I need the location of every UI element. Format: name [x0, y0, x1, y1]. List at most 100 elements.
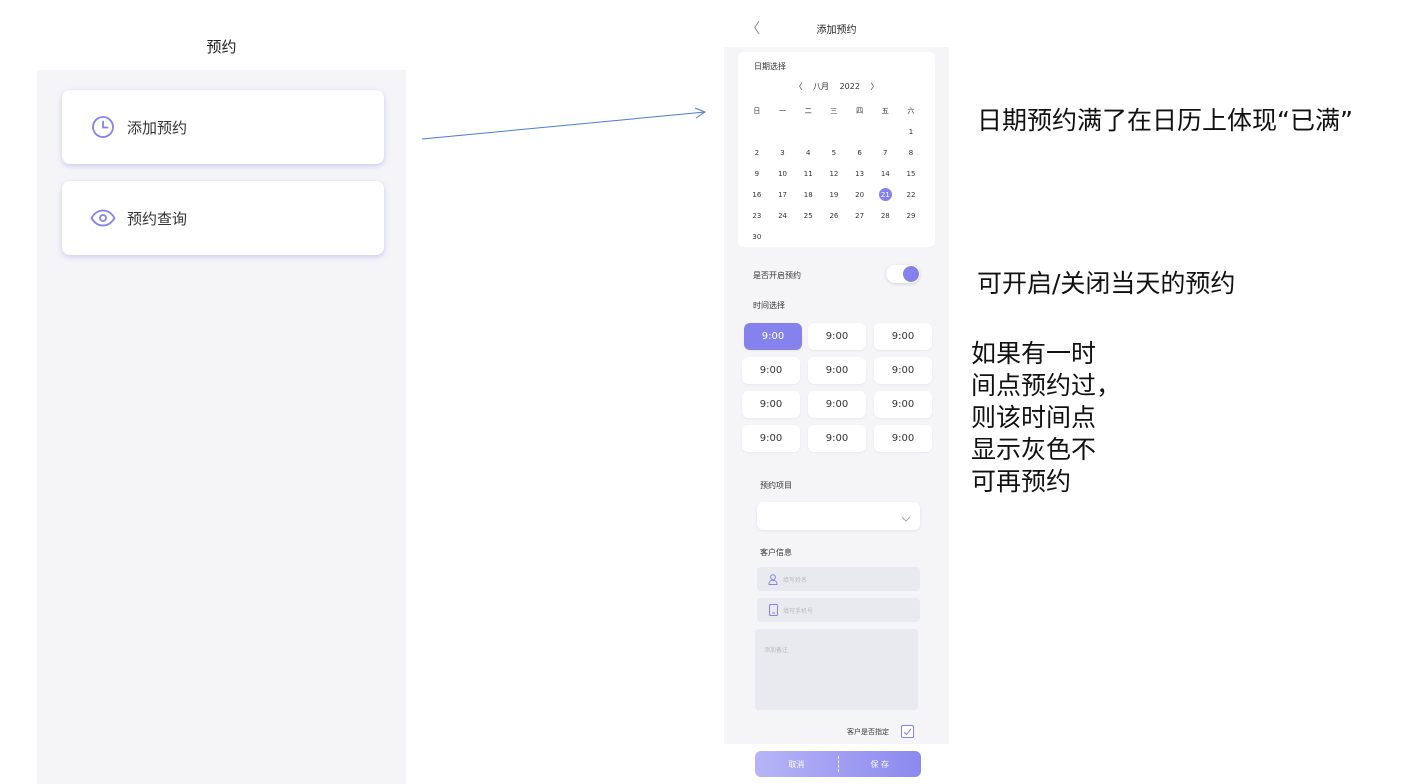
notes-placeholder: 添加备注: [764, 647, 789, 654]
calendar-day[interactable]: 22: [898, 191, 924, 199]
calendar-day[interactable]: 2: [744, 149, 770, 157]
phone-placeholder: 填写手机号: [783, 607, 814, 615]
weekday-label: 五: [881, 106, 889, 115]
user-icon: [767, 573, 779, 585]
calendar-day[interactable]: 9: [744, 170, 770, 178]
save-button[interactable]: 保 存: [839, 759, 922, 770]
calendar-day[interactable]: 8: [898, 149, 924, 157]
time-slot[interactable]: 9:00: [742, 357, 800, 384]
specify-label: 客户是否指定: [847, 728, 889, 736]
calendar-day[interactable]: 10: [770, 170, 796, 178]
chevron-left-icon[interactable]: 〈: [795, 82, 803, 91]
annotation-full-date: 日期预约满了在日历上体现“已满”: [977, 106, 1353, 135]
weekday-label: 六: [907, 106, 915, 115]
calendar-day[interactable]: 14: [872, 170, 898, 178]
time-slot[interactable]: 9:00: [874, 391, 932, 418]
weekday-label: 日: [753, 106, 761, 115]
calendar-day[interactable]: 1: [898, 128, 924, 136]
phone-title: 添加预约: [816, 25, 857, 36]
query-appointment-card[interactable]: 预约查询: [62, 181, 384, 255]
calendar-day[interactable]: 28: [872, 212, 898, 220]
notes-textarea[interactable]: 添加备注: [755, 629, 918, 710]
calendar-day[interactable]: 6: [847, 149, 873, 157]
annotation-toggle: 可开启/关闭当天的预约: [977, 269, 1236, 298]
clock-icon: [90, 114, 116, 140]
date-section-label: 日期选择: [754, 62, 786, 71]
calendar-week-row: 9 10 11 12 13 14 15: [744, 163, 932, 184]
weekday-label: 二: [804, 106, 812, 115]
add-appointment-card[interactable]: 添加预约: [62, 90, 384, 164]
time-slot[interactable]: 9:00: [874, 323, 932, 350]
time-slot[interactable]: 9:00: [874, 357, 932, 384]
chevron-right-icon[interactable]: 〉: [871, 82, 879, 91]
time-slot[interactable]: 9:00: [808, 391, 866, 418]
calendar-day[interactable]: 3: [770, 149, 796, 157]
calendar-week-row: 16 17 18 19 20 21 22: [744, 184, 932, 205]
booking-toggle[interactable]: [886, 265, 920, 283]
annotation-line: 可再预约: [971, 467, 1072, 496]
phone-icon: [767, 604, 779, 616]
weekday-label: 三: [830, 106, 838, 115]
calendar-day[interactable]: 4: [795, 149, 821, 157]
time-slot[interactable]: 9:00: [808, 323, 866, 350]
name-placeholder: 填写姓名: [783, 576, 808, 584]
calendar-year: 2022: [839, 82, 860, 91]
left-panel: 添加预约 预约查询: [37, 70, 406, 784]
calendar-day[interactable]: 29: [898, 212, 924, 220]
specify-checkbox[interactable]: [901, 725, 914, 738]
calendar-day[interactable]: 24: [770, 212, 796, 220]
time-slot[interactable]: 9:00: [808, 425, 866, 452]
calendar-day[interactable]: 18: [795, 191, 821, 199]
annotation-line: 间点预约过，: [971, 371, 1122, 400]
calendar-day[interactable]: 15: [898, 170, 924, 178]
calendar-day[interactable]: 19: [821, 191, 847, 199]
chevron-down-icon: [900, 510, 912, 529]
calendar-day[interactable]: 5: [821, 149, 847, 157]
time-slot[interactable]: 9:00: [744, 323, 802, 350]
time-slot[interactable]: 9:00: [874, 425, 932, 452]
annotation-line: 显示灰色不: [971, 435, 1097, 464]
calendar-day[interactable]: 16: [744, 191, 770, 199]
calendar-day[interactable]: 26: [821, 212, 847, 220]
eye-icon: [90, 205, 116, 231]
time-slot[interactable]: 9:00: [808, 357, 866, 384]
toggle-knob: [903, 266, 919, 282]
customer-label: 客户信息: [760, 548, 792, 557]
item-select[interactable]: [757, 502, 920, 530]
calendar-grid: 日一二三四五六 1 2 3 4 5 6 7 8 9 10 11 12 13 14 15 16 17 18 19 20 21…: [744, 100, 932, 247]
calendar-day[interactable]: 21: [872, 188, 898, 201]
calendar-nav: 〈 八月 2022 〉: [738, 81, 935, 92]
add-appointment-form: 日期选择 〈 八月 2022 〉 日一二三四五六 1 2 3 4 5 6 7 8 9 10 11 12 1…: [724, 47, 949, 744]
calendar-day[interactable]: 11: [795, 170, 821, 178]
annotation-line: 如果有一时: [971, 339, 1097, 368]
calendar-week-row: 2345678: [744, 142, 932, 163]
name-field[interactable]: 填写姓名: [757, 567, 920, 591]
calendar-day[interactable]: 30: [744, 233, 770, 241]
time-slot[interactable]: 9:00: [742, 391, 800, 418]
calendar-day[interactable]: 7: [872, 149, 898, 157]
calendar-day[interactable]: 23: [744, 212, 770, 220]
annotation-line: 则该时间点: [971, 403, 1097, 432]
calendar-day[interactable]: 20: [847, 191, 873, 199]
calendar-day[interactable]: 12: [821, 170, 847, 178]
weekday-label: 一: [779, 106, 787, 115]
cancel-button[interactable]: 取消: [755, 759, 838, 770]
footer-actions: 取消 保 存: [755, 751, 921, 777]
calendar-day[interactable]: 25: [795, 212, 821, 220]
weekday-row: 日一二三四五六: [744, 100, 932, 121]
calendar-week-row: 23 24 25 26 27 28 29: [744, 205, 932, 226]
item-label: 预约项目: [760, 481, 792, 490]
calendar-day-selected: 21: [878, 188, 892, 201]
phone-field[interactable]: 填写手机号: [757, 598, 920, 622]
calendar-month: 八月: [813, 82, 830, 91]
calendar-day[interactable]: 17: [770, 191, 796, 199]
phone-header: 〈 添加预约: [724, 14, 949, 42]
calendar-day[interactable]: 27: [847, 212, 873, 220]
weekday-label: 四: [856, 106, 864, 115]
annotation-booked-slot: 如果有一时 间点预约过， 则该时间点 显示灰色不 可再预约: [971, 338, 1121, 498]
add-appointment-label: 添加预约: [127, 118, 188, 137]
check-icon: [903, 728, 912, 735]
calendar-day[interactable]: 13: [847, 170, 873, 178]
calendar-card: 日期选择 〈 八月 2022 〉 日一二三四五六 1 2 3 4 5 6 7 8 9 10 11 12 1…: [738, 52, 935, 247]
time-slot[interactable]: 9:00: [742, 425, 800, 452]
